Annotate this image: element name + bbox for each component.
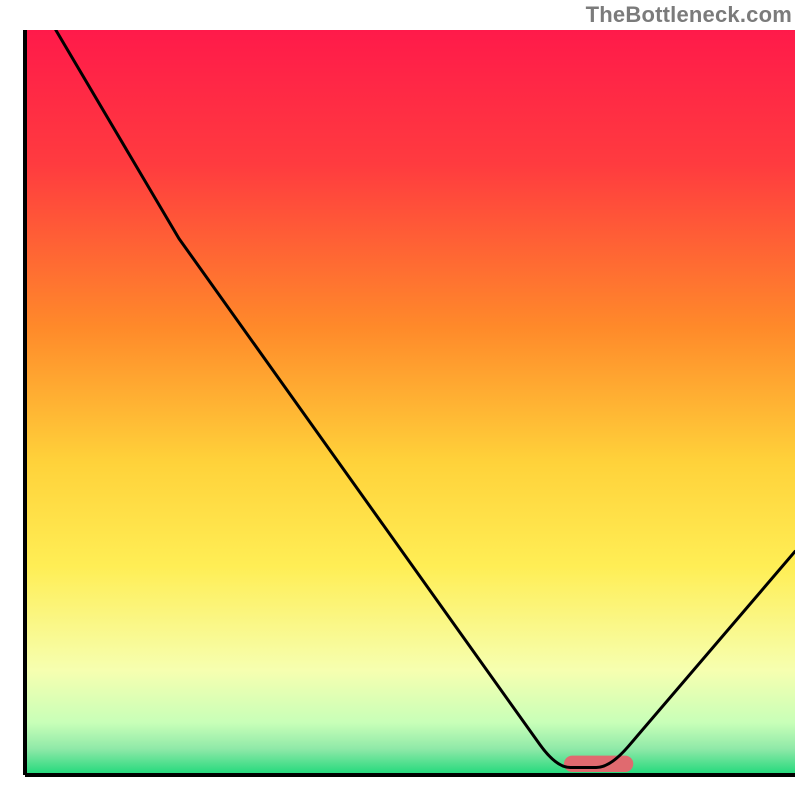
- watermark-text: TheBottleneck.com: [586, 2, 792, 28]
- gradient-background: [25, 30, 795, 775]
- plot-area: [25, 30, 795, 775]
- chart-svg: [0, 0, 800, 800]
- chart-stage: TheBottleneck.com: [0, 0, 800, 800]
- optimal-range-marker: [564, 756, 633, 772]
